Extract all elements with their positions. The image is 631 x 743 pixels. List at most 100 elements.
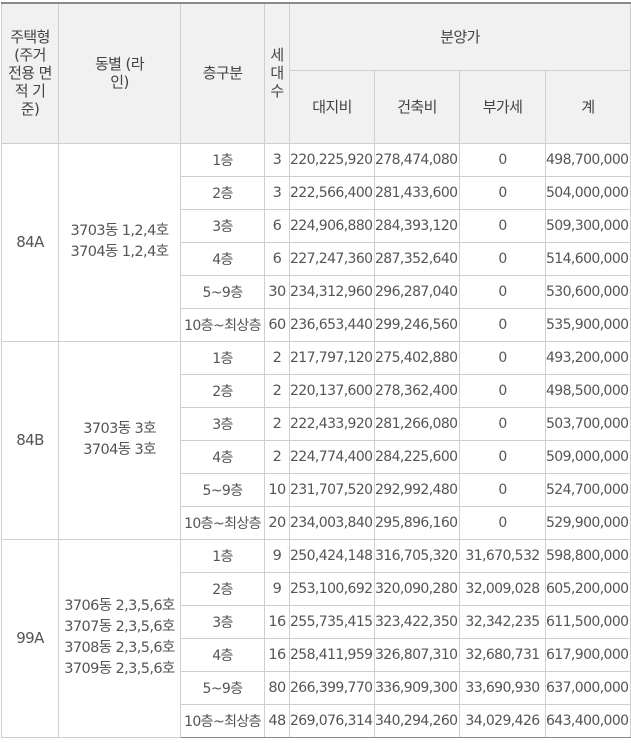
land-cost-cell: 220,225,920 xyxy=(289,142,375,177)
total-cell: 509,300,000 xyxy=(544,208,631,243)
floor-cell: 1층 xyxy=(180,142,265,177)
header-households: 세대수 xyxy=(264,2,290,144)
building-cost-cell: 316,705,320 xyxy=(374,538,460,573)
building-line: 3704동 3호 xyxy=(83,442,156,458)
floor-cell: 1층 xyxy=(180,538,265,573)
building-cost-cell: 278,474,080 xyxy=(374,142,460,177)
building-cost-cell: 323,422,350 xyxy=(374,604,460,639)
floor-cell: 5~9층 xyxy=(180,670,265,705)
vat-cell: 0 xyxy=(459,142,546,177)
total-cell: 498,700,000 xyxy=(544,142,631,177)
table-row: 99A 3706동 2,3,5,6호 3707동 2,3,5,6호 3708동 2,3… xyxy=(1,538,631,738)
households-cell: 2 xyxy=(264,340,290,375)
header-floor: 층구분 xyxy=(180,2,265,144)
floor-cell: 10층~최상층 xyxy=(180,505,265,540)
land-cost-cell: 227,247,360 xyxy=(289,241,375,276)
land-cost-cell: 250,424,148 xyxy=(289,538,375,573)
households-cell: 48 xyxy=(264,703,290,738)
vat-cell: 0 xyxy=(459,340,546,375)
land-cost-cell: 269,076,314 xyxy=(289,703,375,738)
households-cell: 6 xyxy=(264,241,290,276)
unit-type-cell: 84B xyxy=(1,340,59,540)
vat-cell: 33,690,930 xyxy=(459,670,546,705)
header-unit-type: 주택형 (주거 전용 면적 기준) xyxy=(1,2,59,144)
floor-cell: 3층 xyxy=(180,208,265,243)
header-sale-price: 분양가 xyxy=(288,2,631,71)
households-cell: 16 xyxy=(264,637,290,672)
vat-cell: 0 xyxy=(459,175,546,210)
building-line: 3707동 2,3,5,6호 xyxy=(64,619,175,635)
households-cell: 3 xyxy=(264,142,290,177)
floor-cell: 4층 xyxy=(180,439,265,474)
building-cost-cell: 340,294,260 xyxy=(374,703,460,738)
building-line: 3709동 2,3,5,6호 xyxy=(64,661,175,677)
floor-cell: 3층 xyxy=(180,604,265,639)
vat-cell: 0 xyxy=(459,274,546,309)
households-cell: 2 xyxy=(264,406,290,441)
vat-cell: 34,029,426 xyxy=(459,703,546,738)
total-cell: 605,200,000 xyxy=(544,571,631,606)
households-cell: 2 xyxy=(264,439,290,474)
land-cost-cell: 236,653,440 xyxy=(289,307,375,342)
building-line: 3706동 2,3,5,6호 xyxy=(64,598,175,614)
unit-type-cell: 99A xyxy=(1,538,59,738)
households-cell: 16 xyxy=(264,604,290,639)
vat-cell: 0 xyxy=(459,439,546,474)
land-cost-cell: 234,003,840 xyxy=(289,505,375,540)
total-cell: 530,600,000 xyxy=(544,274,631,309)
vat-cell: 32,680,731 xyxy=(459,637,546,672)
households-cell: 60 xyxy=(264,307,290,342)
floor-cell: 2층 xyxy=(180,373,265,408)
vat-cell: 32,342,235 xyxy=(459,604,546,639)
floor-cell: 5~9층 xyxy=(180,472,265,507)
building-line: 3703동 1,2,4호 xyxy=(70,223,169,239)
building-line: 3704동 1,2,4호 xyxy=(70,244,169,260)
building-cost-cell: 275,402,880 xyxy=(374,340,460,375)
land-cost-cell: 234,312,960 xyxy=(289,274,375,309)
vat-cell: 32,009,028 xyxy=(459,571,546,606)
land-cost-cell: 255,735,415 xyxy=(289,604,375,639)
total-cell: 637,000,000 xyxy=(544,670,631,705)
vat-cell: 0 xyxy=(459,307,546,342)
total-cell: 524,700,000 xyxy=(544,472,631,507)
header-vat: 부가세 xyxy=(459,69,546,144)
building-cost-cell: 326,807,310 xyxy=(374,637,460,672)
vat-cell: 0 xyxy=(459,208,546,243)
land-cost-cell: 220,137,600 xyxy=(289,373,375,408)
table-row: 84A 3703동 1,2,4호 3704동 1,2,4호 1층 3 220,225,92… xyxy=(1,142,631,342)
land-cost-cell: 222,566,400 xyxy=(289,175,375,210)
total-cell: 498,500,000 xyxy=(544,373,631,408)
building-cost-cell: 281,433,600 xyxy=(374,175,460,210)
unit-type-cell: 84A xyxy=(1,142,59,342)
households-cell: 10 xyxy=(264,472,290,507)
total-cell: 529,900,000 xyxy=(544,505,631,540)
households-cell: 9 xyxy=(264,538,290,573)
building-cost-cell: 284,393,120 xyxy=(374,208,460,243)
building-line-cell: 3703동 3호 3704동 3호 xyxy=(58,340,181,540)
building-line: 3708동 2,3,5,6호 xyxy=(64,640,175,656)
households-cell: 3 xyxy=(264,175,290,210)
header-land: 대지비 xyxy=(289,69,375,144)
building-line-cell: 3703동 1,2,4호 3704동 1,2,4호 xyxy=(58,142,181,342)
total-cell: 643,400,000 xyxy=(544,703,631,738)
building-cost-cell: 292,992,480 xyxy=(374,472,460,507)
building-cost-cell: 296,287,040 xyxy=(374,274,460,309)
vat-cell: 31,670,532 xyxy=(459,538,546,573)
building-cost-cell: 295,896,160 xyxy=(374,505,460,540)
building-cost-cell: 299,246,560 xyxy=(374,307,460,342)
total-cell: 514,600,000 xyxy=(544,241,631,276)
floor-cell: 4층 xyxy=(180,637,265,672)
header-building: 건축비 xyxy=(374,69,460,144)
total-cell: 598,800,000 xyxy=(544,538,631,573)
vat-cell: 0 xyxy=(459,373,546,408)
header-total: 계 xyxy=(544,69,631,144)
land-cost-cell: 266,399,770 xyxy=(289,670,375,705)
land-cost-cell: 258,411,959 xyxy=(289,637,375,672)
floor-cell: 10층~최상층 xyxy=(180,307,265,342)
floor-cell: 4층 xyxy=(180,241,265,276)
total-cell: 504,000,000 xyxy=(544,175,631,210)
floor-cell: 5~9층 xyxy=(180,274,265,309)
land-cost-cell: 224,906,880 xyxy=(289,208,375,243)
total-cell: 535,900,000 xyxy=(544,307,631,342)
land-cost-cell: 253,100,692 xyxy=(289,571,375,606)
